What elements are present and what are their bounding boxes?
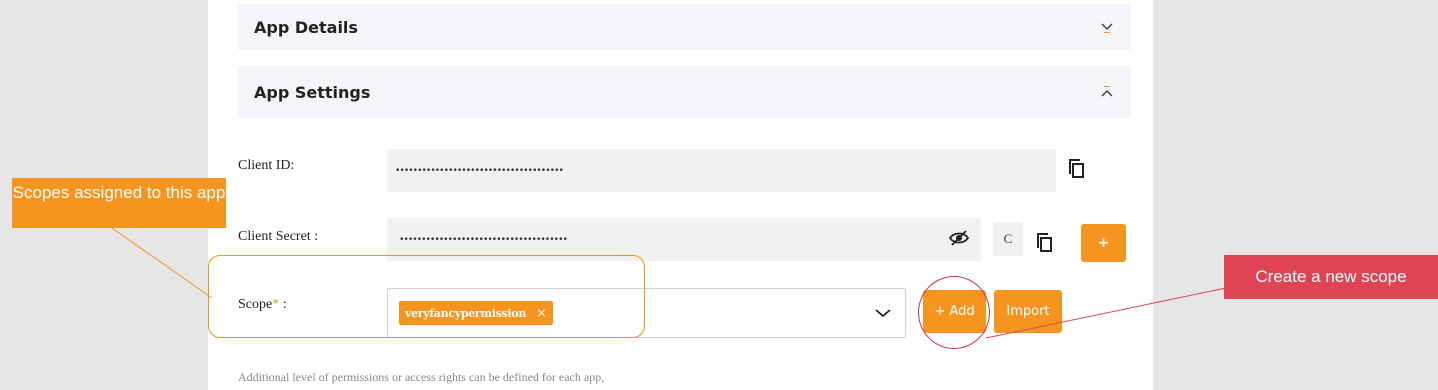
scope-highlight-box <box>208 255 645 338</box>
regenerate-secret-button[interactable]: + <box>1081 224 1126 262</box>
client-id-field[interactable]: •••••••••••••••••••••••••••••••••••••• <box>387 149 1056 192</box>
secret-partial-text: C <box>1003 231 1013 246</box>
import-scope-button[interactable]: Import <box>994 290 1062 333</box>
client-secret-label: Client Secret : <box>238 229 319 244</box>
create-scope-callout: Create a new scope <box>1224 255 1438 299</box>
copy-icon[interactable] <box>1068 158 1086 180</box>
copy-icon[interactable] <box>1036 232 1054 254</box>
scopes-assigned-callout: Scopes assigned to this app <box>12 178 226 228</box>
app-settings-header[interactable]: App Settings <box>238 66 1131 118</box>
app-details-header[interactable]: App Details <box>238 4 1131 50</box>
scope-help-text: Additional level of permissions or acces… <box>238 370 605 384</box>
secret-partial-button[interactable]: C <box>993 222 1023 256</box>
client-secret-value: •••••••••••••••••••••••••••••••••••••• <box>399 234 568 245</box>
client-id-label: Client ID: <box>238 158 295 173</box>
chevron-down-icon[interactable] <box>874 307 892 319</box>
chevron-down-icon[interactable] <box>1099 19 1115 35</box>
app-settings-title: App Settings <box>254 82 371 102</box>
add-button-highlight-circle <box>918 276 990 349</box>
chevron-up-icon[interactable] <box>1099 84 1115 100</box>
eye-slash-icon[interactable] <box>948 229 970 247</box>
app-details-title: App Details <box>254 17 358 37</box>
